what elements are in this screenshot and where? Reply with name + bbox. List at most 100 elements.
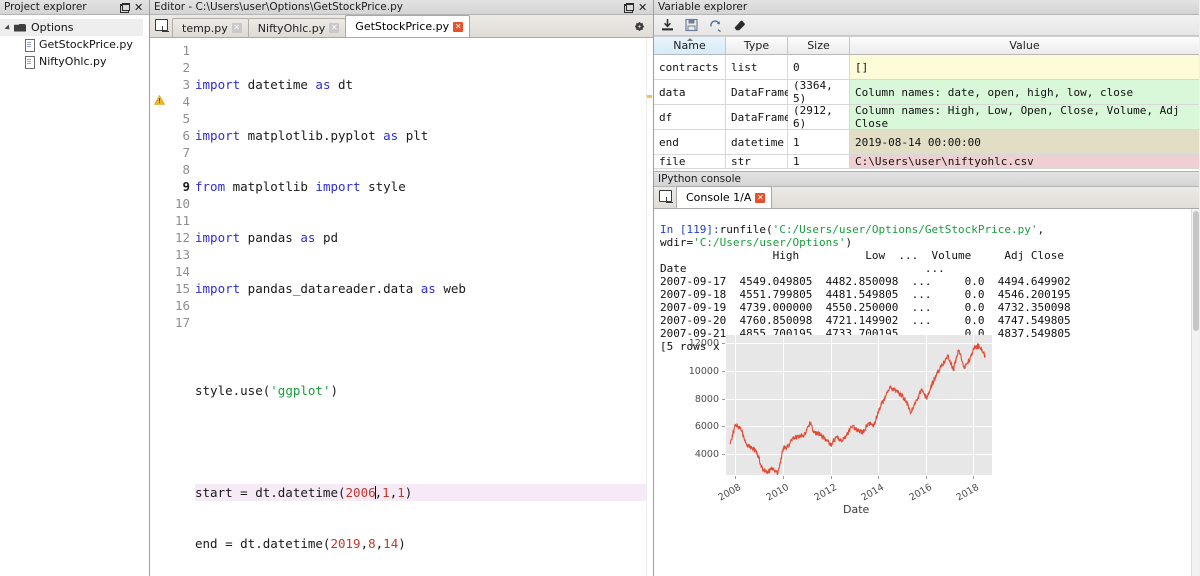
editor-tab-temp[interactable]: temp.py ✕ bbox=[172, 18, 249, 37]
code-editor[interactable]: 1 2 3 4 5 6 7 8 9 10 11 12 13 14 15 16 1… bbox=[150, 38, 653, 576]
code-line[interactable]: import datetime as dt bbox=[195, 76, 653, 93]
code-line[interactable]: from matplotlib import style bbox=[195, 178, 653, 195]
refresh-icon[interactable] bbox=[708, 18, 723, 32]
line-number: 17 bbox=[174, 315, 190, 330]
editor-tabbar: temp.py ✕ NiftyOhlc.py ✕ GetStockPrice.p… bbox=[150, 15, 653, 38]
editor-panel: Editor - C:\Users\user\Options\GetStockP… bbox=[150, 0, 654, 576]
code-line-current[interactable]: start = dt.datetime(2006,1,1) bbox=[195, 484, 653, 501]
console-scrollbar-thumb[interactable] bbox=[1193, 211, 1199, 331]
code-line[interactable] bbox=[195, 433, 653, 450]
variable-name: df bbox=[654, 105, 726, 130]
ipython-console-panel: IPython console Console 1/A ✕ In [119]:r… bbox=[654, 171, 1199, 576]
line-number: 1 bbox=[182, 43, 190, 58]
editor-scroll-markers[interactable] bbox=[646, 38, 653, 576]
column-header-type[interactable]: Type bbox=[726, 37, 788, 55]
column-header-size[interactable]: Size bbox=[788, 37, 850, 55]
variable-size: 0 bbox=[788, 55, 850, 80]
code-line[interactable]: import matplotlib.pyplot as plt bbox=[195, 127, 653, 144]
editor-tab-niftyohlc[interactable]: NiftyOhlc.py ✕ bbox=[247, 18, 347, 37]
column-header-value[interactable]: Value bbox=[850, 37, 1199, 55]
line-number: 14 bbox=[174, 264, 190, 279]
variable-name: end bbox=[654, 130, 726, 155]
line-number: 2 bbox=[182, 60, 190, 75]
close-icon[interactable]: ✕ bbox=[231, 23, 242, 33]
console-tab[interactable]: Console 1/A ✕ bbox=[676, 186, 773, 208]
table-row[interactable]: data DataFrame (3364, 5) Column names: d… bbox=[654, 79, 1199, 105]
table-row[interactable]: end datetime 1 2019-08-14 00:00:00 bbox=[654, 130, 1199, 155]
variable-explorer-panel: Variable explorer Name Type Size Value c… bbox=[654, 0, 1199, 171]
editor-code-lines[interactable]: import datetime as dt import matplotlib.… bbox=[190, 38, 653, 576]
editor-title: Editor - C:\Users\user\Options\GetStockP… bbox=[154, 0, 403, 13]
console-output-line: 2007-09-17 4549.049805 4482.850098 ... 0… bbox=[660, 275, 1071, 288]
warning-icon[interactable] bbox=[154, 95, 165, 105]
variable-explorer-toolbar bbox=[654, 15, 1199, 36]
console-output-line: Date ... bbox=[660, 262, 1051, 275]
variable-type: str bbox=[726, 155, 788, 169]
close-icon[interactable]: ✕ bbox=[134, 2, 143, 13]
tree-item-getstockprice[interactable]: GetStockPrice.py bbox=[0, 36, 149, 53]
editor-titlebar: Editor - C:\Users\user\Options\GetStockP… bbox=[150, 0, 653, 15]
code-line[interactable]: import pandas_datareader.data as web bbox=[195, 280, 653, 297]
line-number: 4 bbox=[182, 94, 190, 109]
variable-name: contracts bbox=[654, 55, 726, 80]
code-line[interactable]: import pandas as pd bbox=[195, 229, 653, 246]
close-icon[interactable]: ✕ bbox=[755, 192, 766, 203]
console-output-line: 2007-09-20 4760.850098 4721.149902 ... 0… bbox=[660, 314, 1071, 327]
console-titlebar: IPython console bbox=[654, 172, 1199, 187]
gear-icon[interactable] bbox=[633, 20, 646, 33]
save-data-icon[interactable] bbox=[684, 18, 699, 32]
code-line[interactable] bbox=[195, 331, 653, 348]
tree-item-label: Options bbox=[31, 21, 74, 34]
eraser-icon[interactable] bbox=[732, 18, 747, 32]
variable-explorer-titlebar: Variable explorer bbox=[654, 0, 1199, 15]
close-icon[interactable]: ✕ bbox=[329, 23, 340, 33]
line-number: 15 bbox=[174, 281, 190, 296]
tree-item-options[interactable]: Options bbox=[0, 19, 143, 36]
console-command-suffix: ) bbox=[845, 236, 853, 249]
variable-size: (3364, 5) bbox=[788, 79, 850, 105]
variable-table[interactable]: Name Type Size Value contracts list 0 []… bbox=[654, 36, 1199, 171]
close-icon[interactable]: ✕ bbox=[453, 21, 464, 32]
browse-tabs-icon[interactable] bbox=[153, 16, 171, 36]
line-number: 16 bbox=[174, 298, 190, 313]
variable-value: C:\Users\user\niftyohlc.csv bbox=[850, 155, 1199, 169]
line-number: 12 bbox=[174, 230, 190, 245]
line-number: 11 bbox=[174, 213, 190, 228]
editor-tab-label: NiftyOhlc.py bbox=[257, 21, 326, 35]
variable-table-header: Name Type Size Value bbox=[654, 37, 1199, 55]
undock-icon[interactable] bbox=[624, 2, 634, 13]
project-tree[interactable]: Options GetStockPrice.py NiftyOhlc.py bbox=[0, 15, 149, 576]
table-row[interactable]: contracts list 0 [] bbox=[654, 55, 1199, 80]
project-explorer-panel: Project explorer ✕ Options GetStockPrice… bbox=[0, 0, 150, 576]
line-number: 13 bbox=[174, 247, 190, 262]
console-prompt: In [119]: bbox=[660, 223, 720, 236]
code-line[interactable]: end = dt.datetime(2019,8,14) bbox=[195, 535, 653, 552]
variable-value: Column names: date, open, high, low, clo… bbox=[850, 80, 1199, 105]
console-scrollbar[interactable] bbox=[1191, 209, 1199, 576]
warning-marker[interactable] bbox=[647, 95, 652, 98]
code-line[interactable]: style.use('ggplot') bbox=[195, 382, 653, 399]
console-tabbar: Console 1/A ✕ bbox=[654, 186, 1199, 209]
variable-value: [] bbox=[850, 55, 1199, 80]
line-number: 9 bbox=[182, 179, 190, 194]
line-number: 7 bbox=[182, 145, 190, 160]
chevron-down-icon[interactable] bbox=[4, 23, 13, 32]
python-file-icon bbox=[24, 55, 35, 69]
variable-size: 1 bbox=[788, 155, 850, 169]
column-header-name[interactable]: Name bbox=[654, 37, 726, 55]
tree-item-niftyohlc[interactable]: NiftyOhlc.py bbox=[0, 53, 149, 70]
editor-tab-label: temp.py bbox=[182, 21, 228, 35]
undock-icon[interactable] bbox=[120, 2, 130, 13]
variable-size: (2912, 6) bbox=[788, 104, 850, 130]
table-row[interactable]: file str 1 C:\Users\user\niftyohlc.csv bbox=[654, 155, 1199, 169]
console-command-arg2: 'C:/Users/user/Options' bbox=[693, 236, 846, 249]
console-output[interactable]: In [119]:runfile('C:/Users/user/Options/… bbox=[654, 209, 1199, 576]
browse-tabs-icon[interactable] bbox=[657, 187, 675, 207]
line-number: 5 bbox=[182, 111, 190, 126]
import-data-icon[interactable] bbox=[660, 18, 675, 32]
editor-tab-getstockprice[interactable]: GetStockPrice.py ✕ bbox=[345, 15, 471, 37]
table-row[interactable]: df DataFrame (2912, 6) Column names: Hig… bbox=[654, 104, 1199, 130]
spyder-ide-window: Project explorer ✕ Options GetStockPrice… bbox=[0, 0, 1200, 576]
tree-item-label: NiftyOhlc.py bbox=[39, 55, 107, 68]
close-icon[interactable]: ✕ bbox=[638, 2, 647, 13]
